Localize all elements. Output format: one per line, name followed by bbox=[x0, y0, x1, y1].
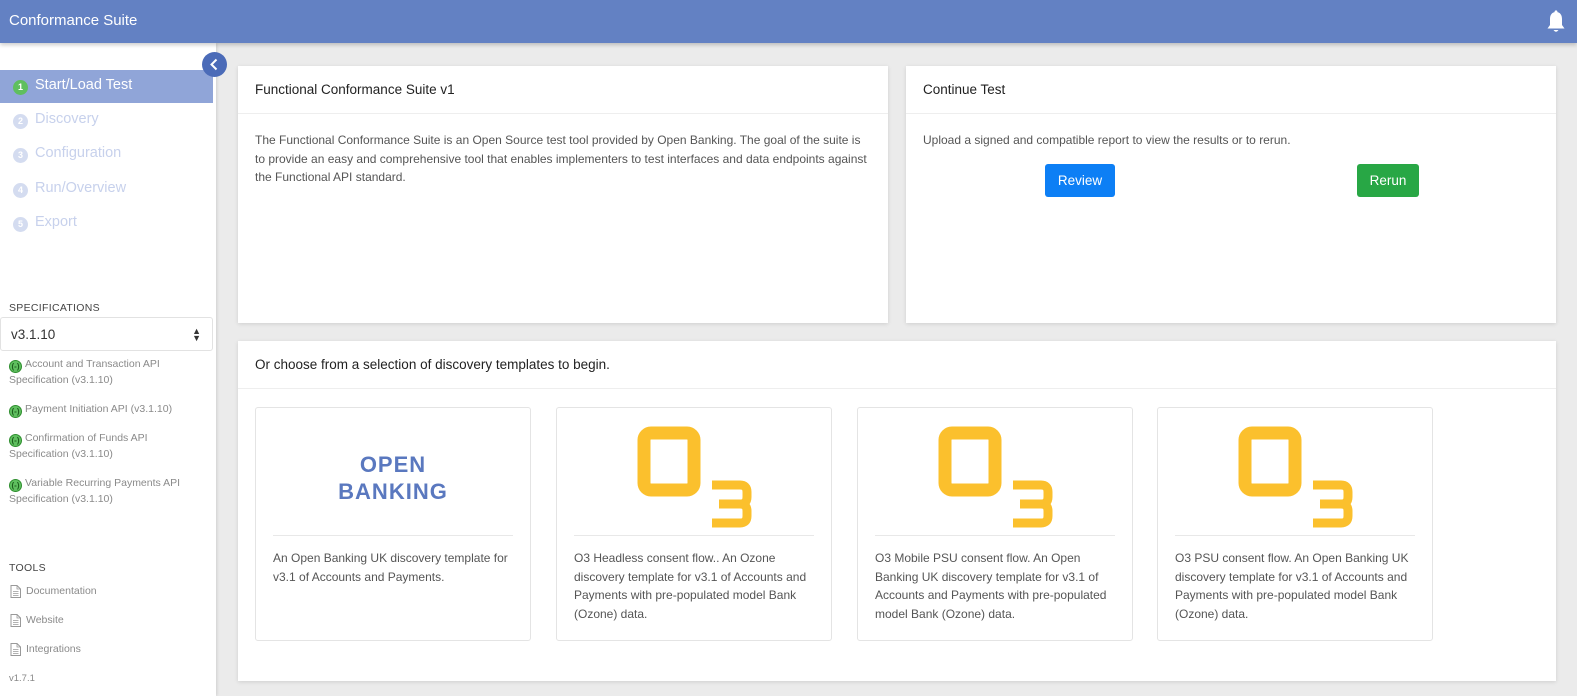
step-export[interactable]: 5 Export bbox=[0, 207, 213, 240]
sidebar: 1 Start/Load Test 2 Discovery 3 Configur… bbox=[0, 43, 216, 696]
spec-item-confirmation-of-funds[interactable]: (-) Confirmation of Funds API Specificati… bbox=[9, 431, 209, 462]
intro-text: The Functional Conformance Suite is an O… bbox=[255, 133, 867, 184]
spec-item-payment-initiation[interactable]: (-) Payment Initiation API (v3.1.10) bbox=[9, 402, 209, 418]
continue-text: Upload a signed and compatible report to… bbox=[923, 133, 1291, 147]
bell-icon[interactable] bbox=[1546, 10, 1566, 34]
step-label: Run/Overview bbox=[35, 180, 127, 196]
top-bar: Conformance Suite bbox=[0, 0, 1577, 43]
step-label: Export bbox=[35, 214, 77, 230]
discovery-templates-card: Or choose from a selection of discovery … bbox=[238, 341, 1556, 681]
card-header: Functional Conformance Suite v1 bbox=[238, 66, 888, 114]
chevron-left-icon bbox=[210, 58, 218, 71]
divider bbox=[574, 535, 814, 536]
step-start-load-test[interactable]: 1 Start/Load Test bbox=[0, 70, 213, 103]
step-configuration[interactable]: 3 Configuration bbox=[0, 138, 213, 171]
template-o3-mobile-psu[interactable]: O3 Mobile PSU consent flow. An Open Bank… bbox=[857, 407, 1133, 641]
specification-version-select[interactable]: v3.1.10 ▲ ▼ bbox=[0, 317, 213, 351]
tool-label: Integrations bbox=[26, 643, 81, 655]
step-label: Discovery bbox=[35, 111, 99, 127]
template-description: O3 Mobile PSU consent flow. An Open Bank… bbox=[875, 551, 1107, 621]
collapse-sidebar-button[interactable] bbox=[202, 52, 227, 77]
templates-title: Or choose from a selection of discovery … bbox=[255, 357, 610, 372]
template-o3-headless[interactable]: O3 Headless consent flow.. An Ozone disc… bbox=[556, 407, 832, 641]
step-number: 1 bbox=[13, 80, 28, 95]
document-icon bbox=[10, 643, 21, 656]
intro-title: Functional Conformance Suite v1 bbox=[255, 82, 455, 97]
template-open-banking[interactable]: OPEN BANKING An Open Banking UK discover… bbox=[255, 407, 531, 641]
continue-test-card: Continue Test Upload a signed and compat… bbox=[906, 66, 1556, 323]
select-caret-icon: ▲ ▼ bbox=[192, 326, 201, 343]
template-description: O3 PSU consent flow. An Open Banking UK … bbox=[1175, 551, 1409, 621]
selected-version: v3.1.10 bbox=[11, 327, 56, 342]
tools-heading: TOOLS bbox=[9, 562, 46, 574]
open-banking-logo: OPEN BANKING bbox=[256, 408, 530, 535]
divider bbox=[1175, 535, 1415, 536]
spec-item-account-transaction[interactable]: (-) Account and Transaction API Specifica… bbox=[9, 357, 209, 388]
app-version: v1.7.1 bbox=[9, 673, 35, 684]
tool-label: Website bbox=[26, 614, 64, 626]
spec-status-icon: (-) bbox=[9, 434, 22, 447]
document-icon bbox=[10, 614, 21, 627]
specifications-heading: SPECIFICATIONS bbox=[9, 302, 100, 314]
card-header: Or choose from a selection of discovery … bbox=[238, 341, 1556, 389]
logo-line-2: BANKING bbox=[338, 479, 448, 504]
continue-title: Continue Test bbox=[923, 82, 1006, 97]
step-number: 3 bbox=[13, 148, 28, 163]
spec-item-label: Payment Initiation API (v3.1.10) bbox=[25, 403, 173, 415]
app-title: Conformance Suite bbox=[9, 12, 138, 29]
template-o3-psu[interactable]: O3 PSU consent flow. An Open Banking UK … bbox=[1157, 407, 1433, 641]
step-run-overview[interactable]: 4 Run/Overview bbox=[0, 173, 213, 206]
template-description: An Open Banking UK discovery template fo… bbox=[273, 551, 508, 584]
rerun-button[interactable]: Rerun bbox=[1357, 164, 1419, 197]
tool-label: Documentation bbox=[26, 585, 97, 597]
step-number: 4 bbox=[13, 183, 28, 198]
card-header: Continue Test bbox=[906, 66, 1556, 114]
o3-logo bbox=[557, 408, 831, 535]
step-number: 2 bbox=[13, 114, 28, 129]
o3-logo bbox=[858, 408, 1132, 535]
review-button[interactable]: Review bbox=[1045, 164, 1115, 197]
spec-item-label: Confirmation of Funds API Specification … bbox=[9, 432, 148, 460]
spec-status-icon: (-) bbox=[9, 479, 22, 492]
intro-card: Functional Conformance Suite v1 The Func… bbox=[238, 66, 888, 323]
step-number: 5 bbox=[13, 217, 28, 232]
o3-logo bbox=[1158, 408, 1432, 535]
spec-item-label: Account and Transaction API Specificatio… bbox=[9, 358, 160, 386]
document-icon bbox=[10, 585, 21, 598]
spec-status-icon: (-) bbox=[9, 360, 22, 373]
step-label: Start/Load Test bbox=[35, 77, 133, 93]
divider bbox=[273, 535, 513, 536]
step-label: Configuration bbox=[35, 145, 122, 161]
divider bbox=[875, 535, 1115, 536]
template-description: O3 Headless consent flow.. An Ozone disc… bbox=[574, 551, 807, 621]
step-discovery[interactable]: 2 Discovery bbox=[0, 104, 213, 137]
spec-status-icon: (-) bbox=[9, 405, 22, 418]
logo-line-1: OPEN bbox=[359, 452, 427, 477]
spec-item-variable-recurring-payments[interactable]: (-) Variable Recurring Payments API Speci… bbox=[9, 476, 209, 507]
spec-item-label: Variable Recurring Payments API Specific… bbox=[9, 477, 181, 505]
